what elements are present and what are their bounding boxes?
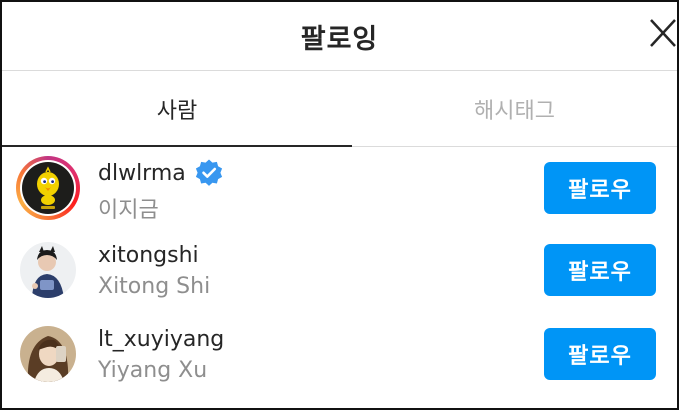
close-button[interactable] xyxy=(643,16,677,50)
avatar-image xyxy=(20,242,76,298)
avatar xyxy=(20,326,76,382)
username[interactable]: xitongshi xyxy=(98,243,199,268)
avatar xyxy=(22,162,74,214)
verified-badge-icon xyxy=(195,159,222,186)
avatar-container[interactable] xyxy=(16,322,80,386)
following-list: dlwlrma 이지금 팔로우 xitongshi Xitong Shi 팔로우… xyxy=(2,148,677,398)
tab-people[interactable]: 사람 xyxy=(2,71,352,147)
dialog-title: 팔로잉 xyxy=(300,23,379,55)
tab-bar: 사람 해시태그 xyxy=(2,71,677,147)
username[interactable]: lt_xuyiyang xyxy=(98,327,224,352)
list-item[interactable]: dlwlrma 이지금 팔로우 xyxy=(2,148,677,230)
username[interactable]: dlwlrma xyxy=(98,161,186,186)
list-item[interactable]: xitongshi Xitong Shi 팔로우 xyxy=(2,230,677,314)
follow-button[interactable]: 팔로우 xyxy=(544,328,656,380)
full-name: 이지금 xyxy=(98,198,159,223)
follow-button[interactable]: 팔로우 xyxy=(544,244,656,296)
dialog-header: 팔로잉 xyxy=(2,2,677,71)
list-item[interactable]: lt_xuyiyang Yiyang Xu 팔로우 xyxy=(2,314,677,398)
avatar-image xyxy=(20,326,76,382)
avatar xyxy=(20,242,76,298)
following-dialog: 팔로잉 사람 해시태그 dlwlrma 이지금 팔로우 xitongshi Xi… xyxy=(0,0,679,410)
follow-button[interactable]: 팔로우 xyxy=(544,162,656,214)
avatar-image xyxy=(22,162,74,214)
story-ring[interactable] xyxy=(16,156,80,220)
full-name: Yiyang Xu xyxy=(98,358,208,383)
full-name: Xitong Shi xyxy=(98,274,211,299)
tab-hashtags[interactable]: 해시태그 xyxy=(352,71,677,146)
avatar-container[interactable] xyxy=(16,238,80,302)
close-icon xyxy=(650,19,676,47)
